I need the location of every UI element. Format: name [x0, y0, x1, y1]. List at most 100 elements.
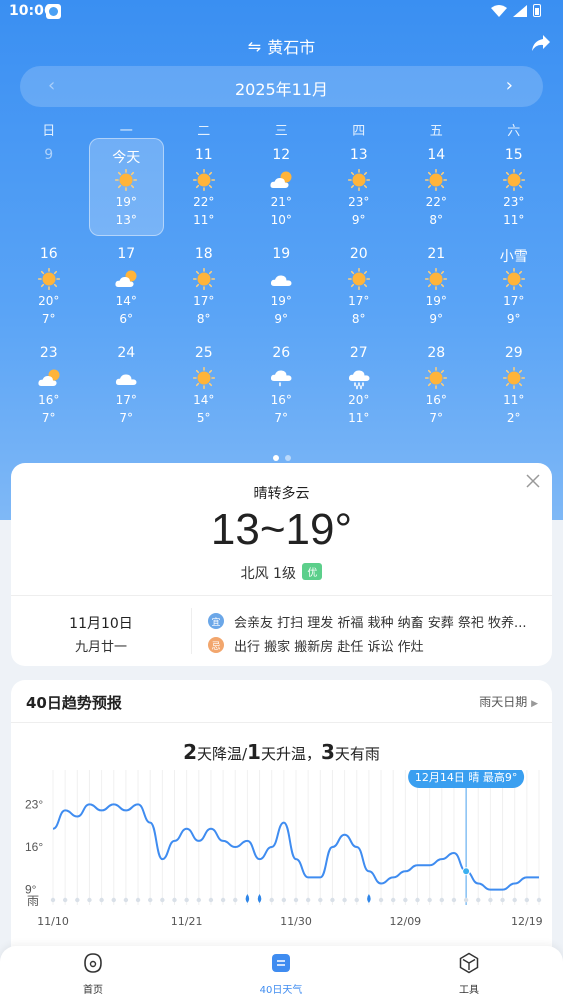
calendar-day[interactable]: 26 16° 7° [243, 335, 321, 434]
calendar-day[interactable]: 28 16° 7° [398, 335, 476, 434]
rain-drop-marker [367, 894, 371, 903]
app-notification-icon [46, 4, 61, 19]
x-tick-label: 11/30 [280, 915, 312, 928]
calendar-day[interactable]: 12 21° 10° [243, 137, 321, 236]
no-rain-marker [281, 897, 287, 903]
calendar-week: 9 今天 19° 13° 11 22° 11° 12 21° 10° 13 23° 9° 14 22° 8° 1… [10, 137, 553, 236]
x-tick-label: 12/19 [511, 915, 543, 928]
low-temp: 9° [506, 312, 521, 326]
yi-badge: 宜 [208, 613, 224, 629]
temperature-range: 13~19° [210, 505, 353, 554]
no-rain-marker [524, 897, 530, 903]
calendar-day[interactable]: 29 11° 2° [475, 335, 553, 434]
high-temp: 19° [270, 294, 292, 308]
chevron-right-icon: ▶ [531, 699, 538, 709]
calendar-day[interactable]: 19 19° 9° [243, 236, 321, 335]
yi-text: 会亲友 打扫 理发 祈福 栽种 纳畜 安葬 祭祀 牧养... [234, 615, 527, 631]
day-label: 14 [427, 147, 446, 163]
sun-icon [425, 366, 448, 390]
nav-home[interactable]: 首页 [53, 952, 133, 996]
day-label: 13 [349, 147, 368, 163]
day-label: 27 [349, 345, 368, 361]
calendar-day[interactable]: 小雪 17° 9° [475, 236, 553, 335]
low-temp: 8° [429, 213, 444, 227]
next-month-button[interactable]: › [506, 75, 513, 96]
high-temp: 14° [115, 294, 137, 308]
home-icon [84, 953, 102, 973]
share-icon[interactable] [531, 34, 551, 52]
calendar-day[interactable]: 11 22° 11° [165, 137, 243, 236]
no-rain-marker [536, 897, 542, 903]
calendar-day: 9 [10, 137, 88, 236]
calendar-grid: 9 今天 19° 13° 11 22° 11° 12 21° 10° 13 23° 9° 14 22° 8° 1… [10, 137, 553, 434]
wifi-icon [491, 4, 507, 17]
ji-badge: 忌 [208, 637, 224, 653]
calendar-day[interactable]: 20 17° 8° [320, 236, 398, 335]
calendar-day[interactable]: 17 14° 6° [88, 236, 166, 335]
day-label: 23 [39, 345, 58, 361]
sun-icon [192, 168, 215, 192]
nav-tools[interactable]: 工具 [429, 952, 509, 996]
calendar-day[interactable]: 15 23° 11° [475, 137, 553, 236]
lunar-date: 九月廿一 [74, 640, 127, 655]
calendar-day[interactable]: 25 14° 5° [165, 335, 243, 434]
trend-summary: 2天降温/1天升温，3天有雨 [11, 740, 552, 764]
swap-icon: ⇋ [247, 36, 262, 56]
high-temp: 22° [193, 195, 215, 209]
low-temp: 6° [119, 312, 134, 326]
day-label: 16 [39, 246, 58, 262]
low-temp: 7° [41, 411, 56, 425]
cooling-days-text: 天降温/ [196, 745, 248, 763]
no-rain-marker [378, 897, 384, 903]
day-label: 18 [194, 246, 213, 262]
day-label: 24 [117, 345, 136, 361]
no-rain-marker [403, 897, 408, 903]
day-label: 11 [194, 147, 213, 163]
high-temp: 21° [270, 195, 292, 209]
day-detail-card: 晴转多云 13~19° 北风 1级 优 11月10日 九月廿一 宜 会亲友 打扫… [11, 463, 552, 666]
wind-info: 北风 1级 优 [11, 563, 552, 583]
low-temp: 9° [274, 312, 289, 326]
calendar-day[interactable]: 27 20° 11° [320, 335, 398, 434]
city-switch[interactable]: ⇋ 黄石市 [248, 34, 315, 58]
no-rain-marker [305, 897, 311, 903]
calendar-day[interactable]: 23 16° 7° [10, 335, 88, 434]
calendar-week: 16 20° 7° 17 14° 6° 18 17° 8° 19 19° 9° 20 17° 8° 21 19°… [10, 236, 553, 335]
no-rain-marker [463, 897, 469, 903]
rain-days-link-label: 雨天日期 [479, 695, 528, 709]
calendar-day[interactable]: 16 20° 7° [10, 236, 88, 335]
calendar-day-today[interactable]: 今天 19° 13° [88, 137, 166, 236]
y-tick-label: 23° [25, 797, 43, 811]
low-temp: 5° [196, 411, 211, 425]
no-rain-marker [184, 897, 189, 903]
no-rain-marker [318, 897, 323, 903]
nav-40-day-label: 40日天气 [259, 985, 303, 996]
month-selector: ‹ 2025年11月 › [20, 66, 543, 107]
almanac[interactable]: 宜 会亲友 打扫 理发 祈福 栽种 纳畜 安葬 祭祀 牧养... 忌 出行 搬家… [208, 609, 538, 657]
bottom-navigation: 首页 40日天气 工具 [0, 946, 563, 1001]
temperature-trend-chart[interactable]: 23°16°9°12月14日 晴 最高9°雨11/10 11/21 11/30 12/… [11, 770, 552, 970]
no-rain-marker [75, 897, 80, 903]
calendar-day[interactable]: 18 17° 8° [165, 236, 243, 335]
low-temp: 11° [348, 411, 370, 425]
high-temp: 16° [425, 393, 447, 407]
no-rain-marker [293, 897, 299, 903]
month-label: 2025年11月 [234, 80, 329, 99]
trend-card: 40日趋势预报 雨天日期 ▶ 2天降温/1天升温，3天有雨 23° 16° 9° 12… [11, 680, 552, 970]
low-temp: 8° [196, 312, 211, 326]
calendar-day[interactable]: 14 22° 8° [398, 137, 476, 236]
high-temp: 17° [348, 294, 370, 308]
sun-icon [502, 267, 525, 291]
x-tick-label: 11/21 [171, 915, 203, 928]
no-rain-marker [160, 897, 165, 903]
rain-days-link[interactable]: 雨天日期 ▶ [479, 693, 538, 710]
nav-40-day[interactable]: 40日天气 [241, 952, 321, 996]
high-temp: 20° [38, 294, 60, 308]
no-rain-marker [512, 897, 517, 903]
calendar-day[interactable]: 24 17° 7° [88, 335, 166, 434]
calendar-day[interactable]: 21 19° 9° [398, 236, 476, 335]
calendar-day[interactable]: 13 23° 9° [320, 137, 398, 236]
calendar-icon [272, 954, 290, 972]
battery-icon [533, 4, 541, 17]
day-label: 17 [117, 246, 136, 262]
